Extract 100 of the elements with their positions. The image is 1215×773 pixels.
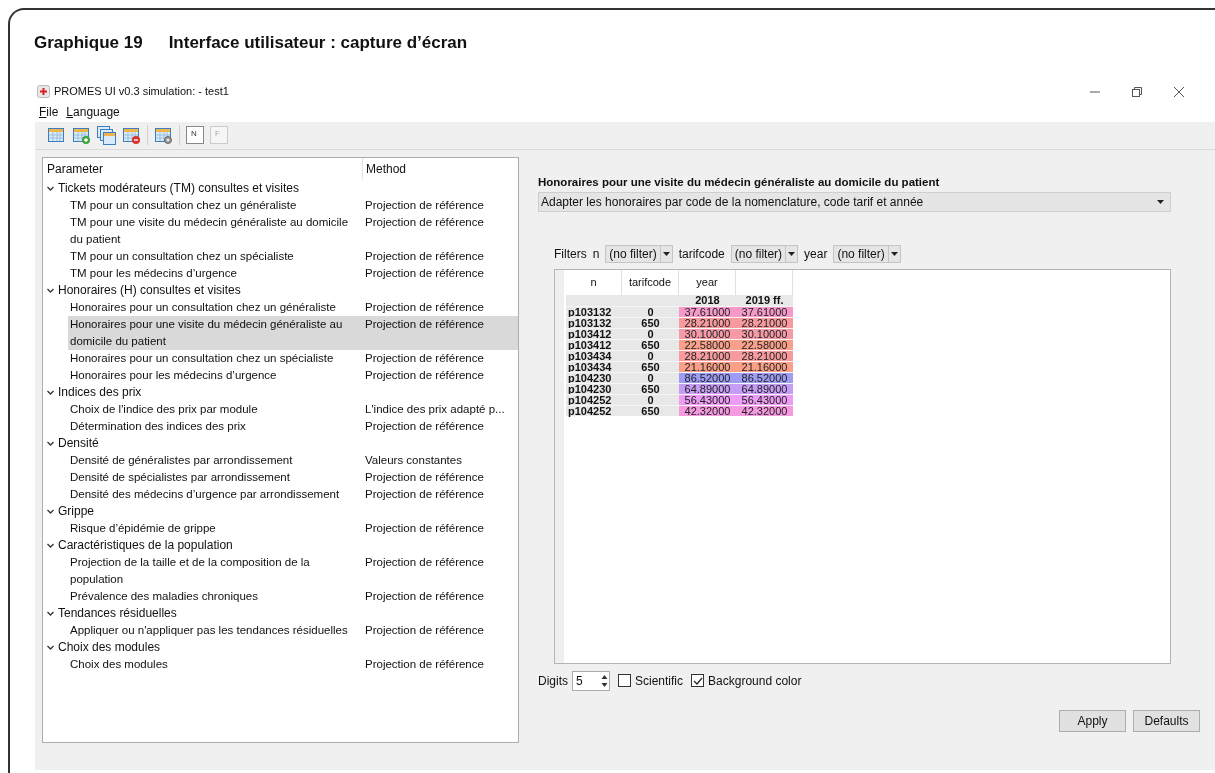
table-cell: 0	[622, 372, 679, 383]
digits-spinbox[interactable]: 5	[572, 670, 610, 691]
tree-group[interactable]: Honoraires (H) consultes et visites	[58, 281, 241, 299]
dialog-button[interactable]: Apply	[1059, 709, 1126, 732]
table-cell: 56.43000	[736, 394, 793, 405]
tree-item[interactable]: Prévalence des maladies chroniques Projection de référence	[68, 587, 518, 605]
row-header: p103434	[566, 361, 622, 372]
table-plus-icon[interactable]	[72, 125, 91, 145]
table-minus-icon[interactable]	[122, 125, 141, 145]
table-cell: 21.16000	[679, 361, 736, 372]
column-header[interactable]: Parameter	[43, 157, 363, 180]
column-header[interactable]: tarifcode	[622, 269, 679, 295]
tree-item[interactable]: Appliquer ou n'appliquer pas les tendances résiduelles Projection de référence	[68, 621, 518, 639]
table-cell: 650	[622, 405, 679, 416]
tree-item[interactable]: Projection de la taille et de la composition de la population Projection de référence	[68, 553, 518, 588]
row-header: p103132	[566, 306, 622, 317]
table-cell: 42.32000	[679, 405, 736, 416]
checkbox-label[interactable]: Scientific	[635, 671, 684, 690]
table-cell: 650	[622, 339, 679, 350]
digits-label: Digits	[538, 672, 568, 690]
table-cell: 650	[622, 361, 679, 372]
tree-group[interactable]: Caractéristiques de la population	[58, 536, 233, 554]
tree-item[interactable]: TM pour une visite du médecin généraliste au domicile du patient Projection de référence	[68, 213, 518, 248]
table-cell: 22.58000	[679, 339, 736, 350]
checkbox[interactable]	[618, 674, 631, 687]
filter-label: tarifcode	[678, 245, 725, 263]
row-header: p103434	[566, 350, 622, 361]
table-cell: 28.21000	[736, 317, 793, 328]
tree-item[interactable]: TM pour les médecins d’urgence Projection de référence	[68, 264, 518, 282]
table-cell: 28.21000	[679, 350, 736, 361]
filter-label: n	[592, 245, 600, 263]
filter-dropdown[interactable]: (no filter)	[605, 244, 673, 263]
spin-arrows-icon[interactable]	[600, 672, 609, 689]
table-cell: 30.10000	[679, 328, 736, 339]
method-dropdown[interactable]: Adapter les honoraires par code de la nomenclature, code tarif et année	[538, 191, 1171, 212]
year-header: 2019 ff.	[744, 294, 785, 306]
filter-label: year	[804, 245, 828, 263]
tree-item[interactable]: TM pour un consultation chez un spécialiste Projection de référence	[68, 247, 518, 265]
table-cell: 0	[622, 394, 679, 405]
table-cell: 64.89000	[679, 383, 736, 394]
table-cell: 56.43000	[679, 394, 736, 405]
row-header: p104252	[566, 394, 622, 405]
tree-item[interactable]: Choix de l'indice des prix par module L'indice des prix adapté p...	[68, 400, 518, 418]
tree-group[interactable]: Tendances résiduelles	[58, 604, 177, 622]
column-header[interactable]: n	[566, 269, 622, 295]
tree-item[interactable]: TM pour un consultation chez un généraliste Projection de référence	[68, 196, 518, 214]
tree-group[interactable]: Indices des prix	[58, 383, 142, 401]
filters-label: Filters	[554, 245, 587, 263]
checkbox-label[interactable]: Background color	[708, 671, 802, 690]
menu-item[interactable]: Language	[66, 102, 120, 121]
figure-number: Graphique 19	[34, 32, 143, 54]
tree-item[interactable]: Densité des médecins d’urgence par arrondissement Projection de référence	[68, 485, 518, 503]
table-icon[interactable]	[47, 125, 66, 145]
table-cell: 86.52000	[679, 372, 736, 383]
dropdown-arrow-icon	[788, 251, 796, 256]
tree-item[interactable]: Choix des modules Projection de référence	[68, 655, 518, 673]
table-cell: 42.32000	[736, 405, 793, 416]
table-cell: 64.89000	[736, 383, 793, 394]
tree-item[interactable]: Honoraires pour un consultation chez un spécialiste Projection de référence	[68, 349, 518, 367]
tree-item[interactable]: Honoraires pour les médecins d’urgence Projection de référence	[68, 366, 518, 384]
tree-item[interactable]: Honoraires pour un consultation chez un généraliste Projection de référence	[68, 298, 518, 316]
tree-item[interactable]: Détermination des indices des prix Projection de référence	[68, 417, 518, 435]
column-header[interactable]: year	[679, 269, 736, 295]
tree-item[interactable]: Risque d’épidémie de grippe Projection de référence	[68, 519, 518, 537]
table-cell: 0	[622, 328, 679, 339]
close-icon[interactable]	[1173, 85, 1185, 98]
detail-title: Honoraires pour une visite du médecin généraliste au domicile du patient	[538, 174, 941, 190]
dropdown-arrow-icon	[890, 251, 898, 256]
stacked-tables-icon[interactable]	[97, 125, 116, 145]
tree-group[interactable]: Choix des modules	[58, 638, 161, 656]
letter-button[interactable]: N	[186, 126, 204, 144]
row-header: p104252	[566, 405, 622, 416]
table-cell: 0	[622, 350, 679, 361]
dropdown-arrow-icon	[1157, 199, 1164, 204]
table-cell: 37.61000	[736, 306, 793, 317]
table-cell: 28.21000	[679, 317, 736, 328]
row-header: p103132	[566, 317, 622, 328]
tree-group[interactable]: Tickets modérateurs (TM) consultes et visites	[58, 179, 299, 197]
tree-item[interactable]: Honoraires pour une visite du médecin généraliste au domicile du patient Projection de référence	[68, 315, 518, 350]
window-title: PROMES UI v0.3 simulation: - test1	[54, 84, 229, 100]
tree-item[interactable]: Densité de généralistes par arrondissement Valeurs constantes	[68, 451, 518, 469]
tree-group[interactable]: Densité	[58, 434, 99, 452]
table-cell: 28.21000	[736, 350, 793, 361]
checkbox[interactable]	[691, 674, 705, 687]
row-header: p104230	[566, 372, 622, 383]
app-icon	[37, 85, 50, 98]
figure-caption: Interface utilisateur : capture d’écran	[168, 32, 468, 54]
filter-dropdown[interactable]: (no filter)	[833, 244, 901, 263]
tree-item[interactable]: Densité de spécialistes par arrondissement Projection de référence	[68, 468, 518, 486]
restore-icon[interactable]	[1131, 85, 1143, 98]
filter-dropdown[interactable]: (no filter)	[730, 244, 799, 263]
menu-item[interactable]: File	[39, 102, 59, 121]
table-cell: 86.52000	[736, 372, 793, 383]
tree-group[interactable]: Grippe	[58, 502, 95, 520]
table-gear-icon[interactable]	[154, 125, 173, 145]
column-header[interactable]: Method	[363, 159, 407, 178]
table-cell: 21.16000	[736, 361, 793, 372]
dialog-button[interactable]: Defaults	[1133, 709, 1200, 732]
dropdown-arrow-icon	[662, 251, 670, 256]
row-header: p103412	[566, 328, 622, 339]
